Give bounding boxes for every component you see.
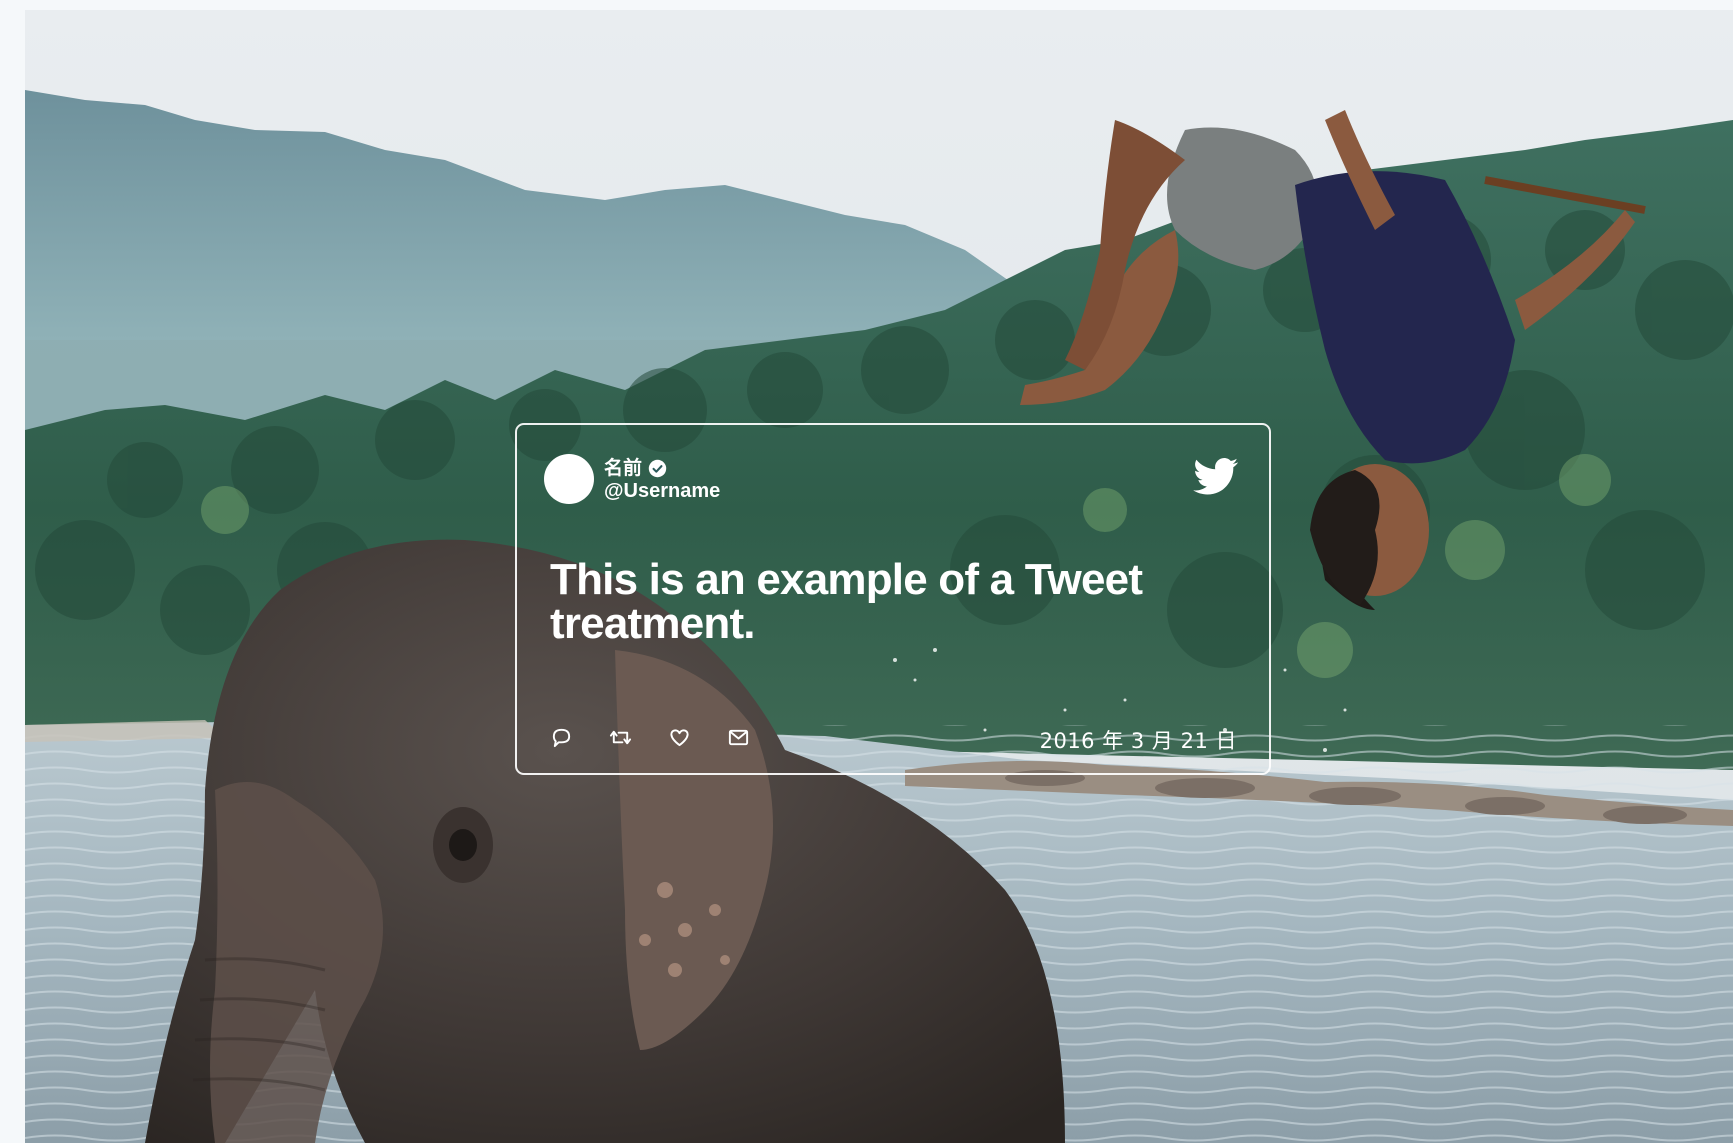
username: @Username (604, 480, 721, 502)
background-photo-stage: 名前 @Username This is an example of a Twe… (25, 10, 1733, 1143)
like-button[interactable] (668, 724, 727, 750)
direct-message-icon (728, 729, 749, 745)
like-icon (670, 728, 689, 746)
verified-badge-icon (648, 459, 667, 478)
tweet-actions (550, 724, 786, 750)
display-name-row: 名前 (604, 458, 720, 479)
display-name: 名前 (604, 457, 643, 479)
tweet-timestamp[interactable]: 2016 年 3 月 21 日 (1040, 725, 1237, 755)
avatar[interactable] (544, 454, 594, 504)
user-identity[interactable]: 名前 @Username (604, 458, 721, 502)
tweet-card[interactable]: 名前 @Username This is an example of a Twe… (515, 423, 1271, 775)
twitter-bird-icon (1193, 458, 1239, 495)
retweet-button[interactable] (609, 724, 668, 750)
tweet-text: This is an example of a Tweet treatment. (550, 555, 1143, 648)
direct-message-button[interactable] (727, 724, 786, 750)
reply-button[interactable] (550, 724, 609, 750)
reply-icon (552, 728, 571, 747)
retweet-icon (609, 730, 632, 744)
